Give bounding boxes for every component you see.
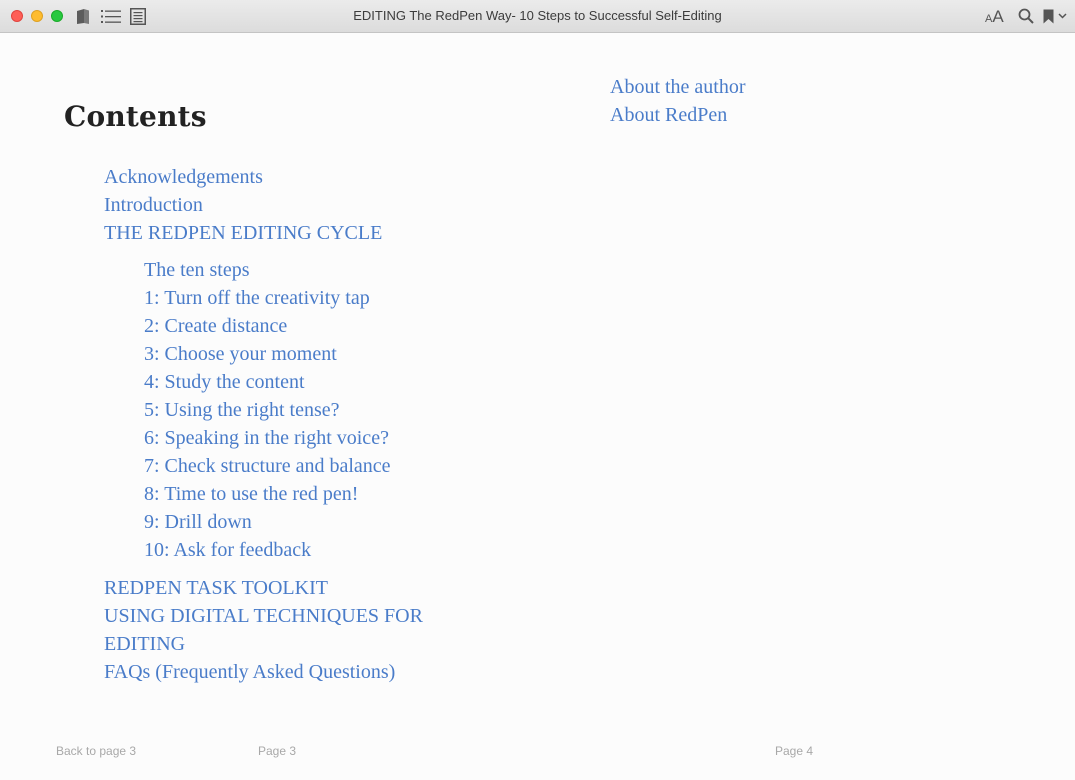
- notes-icon[interactable]: [129, 7, 146, 25]
- bookmark-icon[interactable]: [1042, 7, 1054, 25]
- toc-link-digital-techniques-cont[interactable]: EDITING: [104, 630, 185, 658]
- toc-link-acknowledgements[interactable]: Acknowledgements: [104, 163, 263, 191]
- toc-link-step-3[interactable]: 3: Choose your moment: [144, 340, 337, 368]
- back-to-page-link[interactable]: Back to page 3: [56, 744, 136, 758]
- toc-link-step-4[interactable]: 4: Study the content: [144, 368, 305, 396]
- toc-link-step-10[interactable]: 10: Ask for feedback: [144, 536, 311, 564]
- minimize-window-button[interactable]: [31, 10, 43, 22]
- toc-link-step-6[interactable]: 6: Speaking in the right voice?: [144, 424, 389, 452]
- toc-link-editing-cycle[interactable]: THE REDPEN EDITING CYCLE: [104, 219, 382, 247]
- toc-link-task-toolkit[interactable]: REDPEN TASK TOOLKIT: [104, 574, 328, 602]
- toc-link-step-1[interactable]: 1: Turn off the creativity tap: [144, 284, 370, 312]
- library-icon[interactable]: [75, 7, 91, 25]
- toc-link-step-7[interactable]: 7: Check structure and balance: [144, 452, 391, 480]
- zoom-window-button[interactable]: [51, 10, 63, 22]
- font-size-button[interactable]: AA: [985, 7, 1004, 27]
- toc-link-ten-steps[interactable]: The ten steps: [144, 256, 250, 284]
- chevron-down-icon[interactable]: [1057, 7, 1067, 25]
- search-icon[interactable]: [1017, 7, 1035, 25]
- left-page-number: Page 3: [258, 744, 297, 758]
- close-window-button[interactable]: [11, 10, 23, 22]
- toc-link-step-9[interactable]: 9: Drill down: [144, 508, 252, 536]
- toc-link-faqs[interactable]: FAQs (Frequently Asked Questions): [104, 658, 395, 686]
- toc-link-step-2[interactable]: 2: Create distance: [144, 312, 287, 340]
- toc-link-about-redpen[interactable]: About RedPen: [610, 101, 727, 129]
- table-of-contents-icon[interactable]: [100, 7, 121, 25]
- toc-link-about-author[interactable]: About the author: [610, 73, 746, 101]
- contents-heading: Contents: [64, 100, 207, 133]
- toc-link-digital-techniques[interactable]: USING DIGITAL TECHNIQUES FOR: [104, 602, 423, 630]
- title-bar: EDITING The RedPen Way- 10 Steps to Succ…: [0, 0, 1075, 33]
- window-title: EDITING The RedPen Way- 10 Steps to Succ…: [353, 8, 722, 23]
- toc-link-introduction[interactable]: Introduction: [104, 191, 203, 219]
- font-size-large-glyph: A: [992, 7, 1004, 26]
- toc-link-step-8[interactable]: 8: Time to use the red pen!: [144, 480, 358, 508]
- right-page-number: Page 4: [775, 744, 814, 758]
- toc-link-step-5[interactable]: 5: Using the right tense?: [144, 396, 340, 424]
